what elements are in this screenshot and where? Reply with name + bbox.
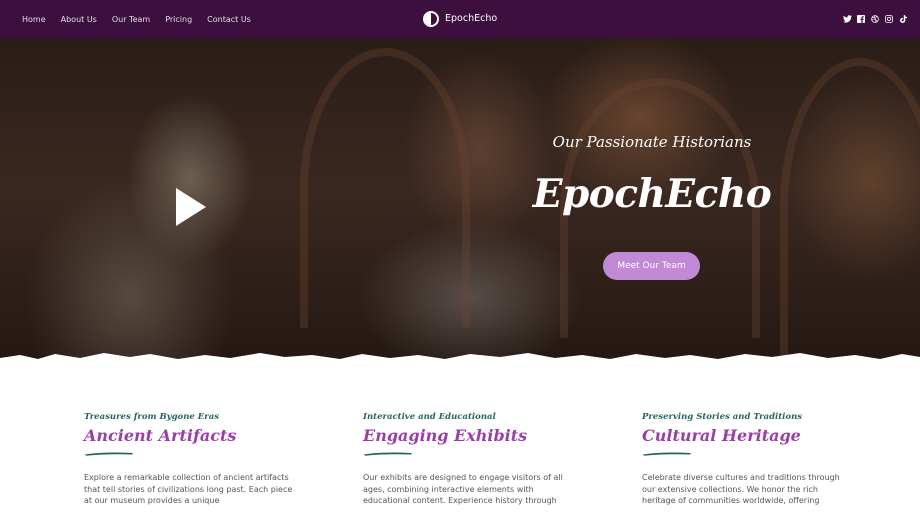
feature-card-ancient-artifacts: Treasures from Bygone Eras Ancient Artif…: [84, 412, 299, 507]
nav-link-our-team[interactable]: Our Team: [112, 15, 150, 24]
brand-logo[interactable]: EpochEcho: [423, 10, 497, 27]
brush-stroke-divider: [364, 452, 412, 456]
instagram-icon[interactable]: [884, 13, 894, 24]
feature-kicker: Preserving Stories and Traditions: [642, 412, 803, 422]
nav-link-pricing[interactable]: Pricing: [165, 15, 192, 24]
hero-background-arch: [780, 58, 920, 358]
hero-background-arch: [300, 48, 470, 328]
top-navbar: Home About Us Our Team Pricing Contact U…: [0, 0, 920, 38]
feature-title: Engaging Exhibits: [363, 426, 528, 445]
nav-link-home[interactable]: Home: [22, 15, 46, 24]
facebook-icon[interactable]: [856, 13, 866, 24]
dribbble-icon[interactable]: [870, 13, 880, 24]
brush-stroke-divider: [85, 452, 133, 456]
feature-card-engaging-exhibits: Interactive and Educational Engaging Exh…: [363, 412, 578, 507]
feature-kicker: Interactive and Educational: [363, 412, 496, 422]
nav-menu: Home About Us Our Team Pricing Contact U…: [22, 0, 266, 38]
half-circle-logo-icon: [423, 10, 439, 27]
meet-our-team-button[interactable]: Meet Our Team: [603, 252, 700, 280]
hero-title: EpochEcho: [532, 171, 772, 217]
tiktok-icon[interactable]: [898, 13, 908, 24]
nav-link-about-us[interactable]: About Us: [61, 15, 97, 24]
hero-subtitle: Our Passionate Historians: [552, 133, 752, 151]
feature-kicker: Treasures from Bygone Eras: [84, 412, 219, 422]
brush-stroke-divider: [643, 452, 691, 456]
nav-link-contact-us[interactable]: Contact Us: [207, 15, 251, 24]
hero-section: Our Passionate Historians EpochEcho Meet…: [0, 38, 920, 368]
feature-description: Explore a remarkable collection of ancie…: [84, 473, 293, 505]
feature-title: Cultural Heritage: [642, 426, 801, 445]
feature-description: Celebrate diverse cultures and tradition…: [642, 473, 840, 505]
feature-card-cultural-heritage: Preserving Stories and Traditions Cultur…: [642, 412, 857, 507]
twitter-icon[interactable]: [842, 13, 852, 24]
social-links: [838, 13, 908, 24]
play-icon[interactable]: [176, 188, 206, 226]
feature-description: Our exhibits are designed to engage visi…: [363, 473, 563, 505]
feature-title: Ancient Artifacts: [84, 426, 237, 445]
torn-edge-divider: [0, 353, 920, 370]
brand-name: EpochEcho: [445, 13, 498, 24]
